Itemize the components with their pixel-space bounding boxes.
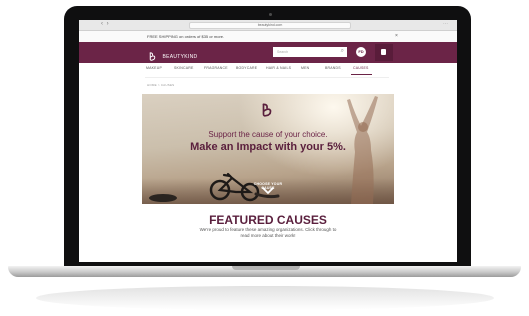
search-placeholder: Search bbox=[277, 50, 289, 54]
nav-item-fragrance[interactable]: FRAGRANCE bbox=[204, 66, 228, 70]
shopping-bag-button[interactable] bbox=[375, 44, 393, 61]
nav-item-causes[interactable]: CAUSES bbox=[353, 66, 369, 70]
promo-close-button[interactable]: × bbox=[395, 33, 398, 39]
account-avatar[interactable]: FD bbox=[356, 47, 366, 57]
laptop-camera bbox=[269, 13, 272, 16]
breadcrumb[interactable]: HOME > CAUSES bbox=[147, 83, 174, 87]
featured-causes-title: FEATURED CAUSES bbox=[209, 213, 327, 227]
beautykind-logo-icon bbox=[149, 52, 156, 61]
logo[interactable]: BEAUTYKIND bbox=[148, 48, 197, 66]
shopping-bag-icon bbox=[381, 49, 386, 55]
search-input[interactable]: Search ⌕ bbox=[273, 47, 347, 57]
site-header: BEAUTYKIND Search ⌕ FD bbox=[79, 42, 457, 63]
back-forward-icon[interactable]: ‹ › bbox=[101, 21, 110, 27]
chevron-down-icon[interactable] bbox=[261, 187, 275, 195]
nav-item-skincare[interactable]: SKINCARE bbox=[174, 66, 194, 70]
featured-causes-description: We're proud to feature these amazing org… bbox=[199, 227, 337, 238]
nav-item-brands[interactable]: BRANDS bbox=[325, 66, 341, 70]
main-nav: MAKEUP SKINCARE FRAGRANCE BODYCARE HAIR … bbox=[79, 66, 457, 75]
nav-item-makeup[interactable]: MAKEUP bbox=[146, 66, 162, 70]
browser-menu-icon[interactable]: ⋯ bbox=[443, 21, 451, 27]
browser-toolbar: ‹ › beautykind.com ⋯ bbox=[79, 20, 457, 36]
laptop-reflection bbox=[36, 286, 494, 310]
logo-text: BEAUTYKIND bbox=[162, 53, 198, 60]
hero-logo-icon bbox=[262, 103, 272, 117]
search-icon[interactable]: ⌕ bbox=[341, 48, 344, 55]
rock-silhouette bbox=[149, 194, 177, 202]
nav-item-men[interactable]: MEN bbox=[301, 66, 309, 70]
laptop-screen: ‹ › beautykind.com ⋯ FREE SHIPPING on or… bbox=[79, 20, 457, 262]
nav-item-hair-nails[interactable]: HAIR & NAILS bbox=[266, 66, 291, 70]
hero-banner: Support the cause of your choice. Make a… bbox=[142, 94, 394, 204]
nav-item-bodycare[interactable]: BODYCARE bbox=[236, 66, 257, 70]
laptop-notch bbox=[232, 266, 300, 270]
nav-divider bbox=[145, 77, 389, 78]
address-bar[interactable]: beautykind.com bbox=[189, 22, 351, 29]
hero-tagline: Support the cause of your choice. bbox=[208, 130, 328, 139]
hero-headline: Make an Impact with your 5%. bbox=[190, 141, 346, 153]
active-nav-underline bbox=[351, 74, 372, 75]
promo-text: FREE SHIPPING on orders of $35 or more. bbox=[147, 34, 225, 39]
